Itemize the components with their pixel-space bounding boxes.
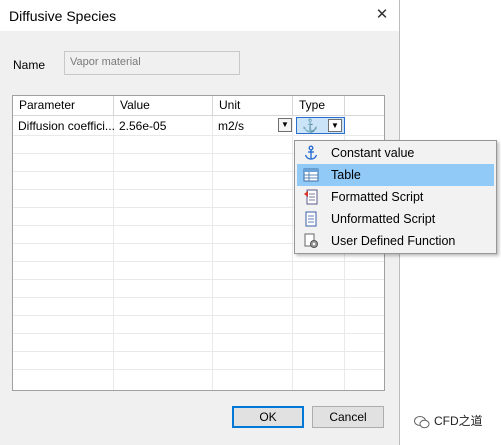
- unit-dropdown-arrow-icon[interactable]: ▼: [278, 118, 292, 132]
- type-combobox[interactable]: ⚓ ▼: [296, 117, 345, 134]
- close-icon[interactable]: ✕: [368, 3, 396, 27]
- cell-value[interactable]: 2.56e-05: [119, 119, 166, 133]
- cancel-button[interactable]: Cancel: [312, 406, 384, 428]
- menu-item-user-defined-function[interactable]: User Defined Function: [297, 230, 494, 252]
- row-divider: [13, 261, 384, 262]
- user-function-icon: [304, 233, 318, 248]
- column-divider: [292, 116, 293, 390]
- wechat-icon: [414, 415, 430, 429]
- menu-item-label: Table: [331, 168, 361, 182]
- name-field[interactable]: Vapor material: [64, 51, 240, 75]
- row-divider: [13, 351, 384, 352]
- header-unit[interactable]: Unit: [213, 96, 293, 115]
- row-divider: [13, 333, 384, 334]
- header-value[interactable]: Value: [114, 96, 213, 115]
- cell-parameter[interactable]: Diffusion coeffici...: [18, 119, 115, 133]
- row-divider: [13, 297, 384, 298]
- column-divider: [113, 116, 114, 390]
- row-divider: [13, 315, 384, 316]
- column-divider: [212, 116, 213, 390]
- menu-item-formatted-script[interactable]: Formatted Script: [297, 186, 494, 208]
- header-parameter[interactable]: Parameter: [13, 96, 114, 115]
- name-label: Name: [13, 58, 46, 72]
- menu-item-table[interactable]: Table: [297, 164, 494, 186]
- header-divider: [13, 115, 384, 116]
- menu-item-label: Constant value: [331, 146, 415, 160]
- dialog-title: Diffusive Species: [9, 8, 117, 24]
- menu-item-label: User Defined Function: [331, 234, 456, 248]
- row-divider: [13, 279, 384, 280]
- row-divider: [13, 135, 384, 136]
- header-type[interactable]: Type: [293, 96, 345, 115]
- anchor-icon: [304, 145, 318, 160]
- title-bar: Diffusive Species ✕: [0, 0, 399, 31]
- menu-item-label: Formatted Script: [331, 190, 424, 204]
- cell-unit[interactable]: m2/s: [218, 119, 244, 133]
- chevron-down-icon[interactable]: ▼: [328, 119, 342, 132]
- type-dropdown-menu: Constant value Table Formatted Script Un…: [294, 140, 497, 254]
- unformatted-script-icon: [305, 211, 317, 227]
- table-icon: [303, 168, 319, 182]
- menu-item-label: Unformatted Script: [331, 212, 436, 226]
- menu-item-unformatted-script[interactable]: Unformatted Script: [297, 208, 494, 230]
- watermark: CFD之道: [414, 412, 483, 429]
- menu-item-constant-value[interactable]: Constant value: [297, 142, 494, 164]
- formatted-script-icon: [304, 189, 318, 205]
- anchor-icon: ⚓: [302, 118, 319, 133]
- watermark-text: CFD之道: [434, 414, 483, 428]
- ok-button[interactable]: OK: [232, 406, 304, 428]
- row-divider: [13, 369, 384, 370]
